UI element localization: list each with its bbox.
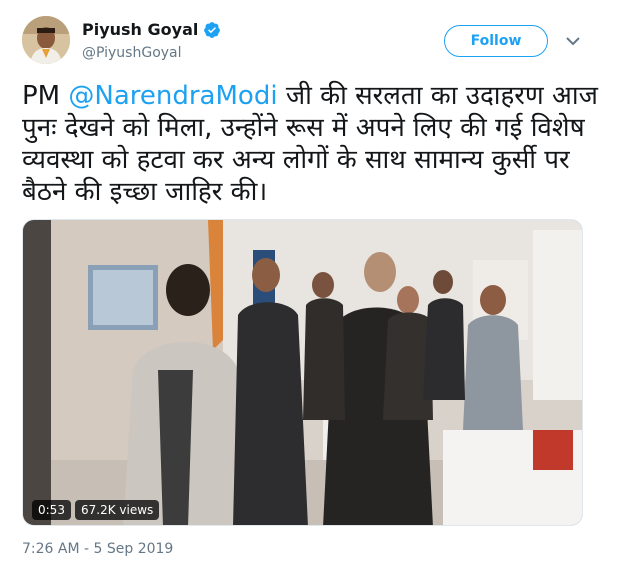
display-name[interactable]: Piyush Goyal [82, 20, 221, 39]
video-duration-badge: 0:53 [32, 500, 71, 520]
video-player[interactable]: 0:53 67.2K views [22, 219, 583, 526]
verified-badge-icon [204, 21, 221, 38]
display-name-text: Piyush Goyal [82, 20, 199, 39]
avatar[interactable] [22, 16, 70, 64]
tweet-timestamp[interactable]: 7:26 AM - 5 Sep 2019 [22, 541, 173, 557]
user-handle[interactable]: @PiyushGoyal [82, 45, 182, 61]
video-thumbnail [23, 220, 582, 525]
tweet-text: PM @NarendraModi जी की सरलता का उदाहरण आ… [22, 80, 602, 208]
tweet-card: Piyush Goyal @PiyushGoyal Follow PM @Nar… [0, 0, 620, 561]
mention-link[interactable]: @NarendraModi [68, 81, 277, 111]
avatar-image [22, 16, 70, 64]
chevron-down-icon[interactable] [566, 36, 580, 46]
follow-button[interactable]: Follow [444, 25, 548, 57]
video-views-badge: 67.2K views [75, 500, 160, 520]
tweet-text-prefix: PM [22, 81, 69, 111]
